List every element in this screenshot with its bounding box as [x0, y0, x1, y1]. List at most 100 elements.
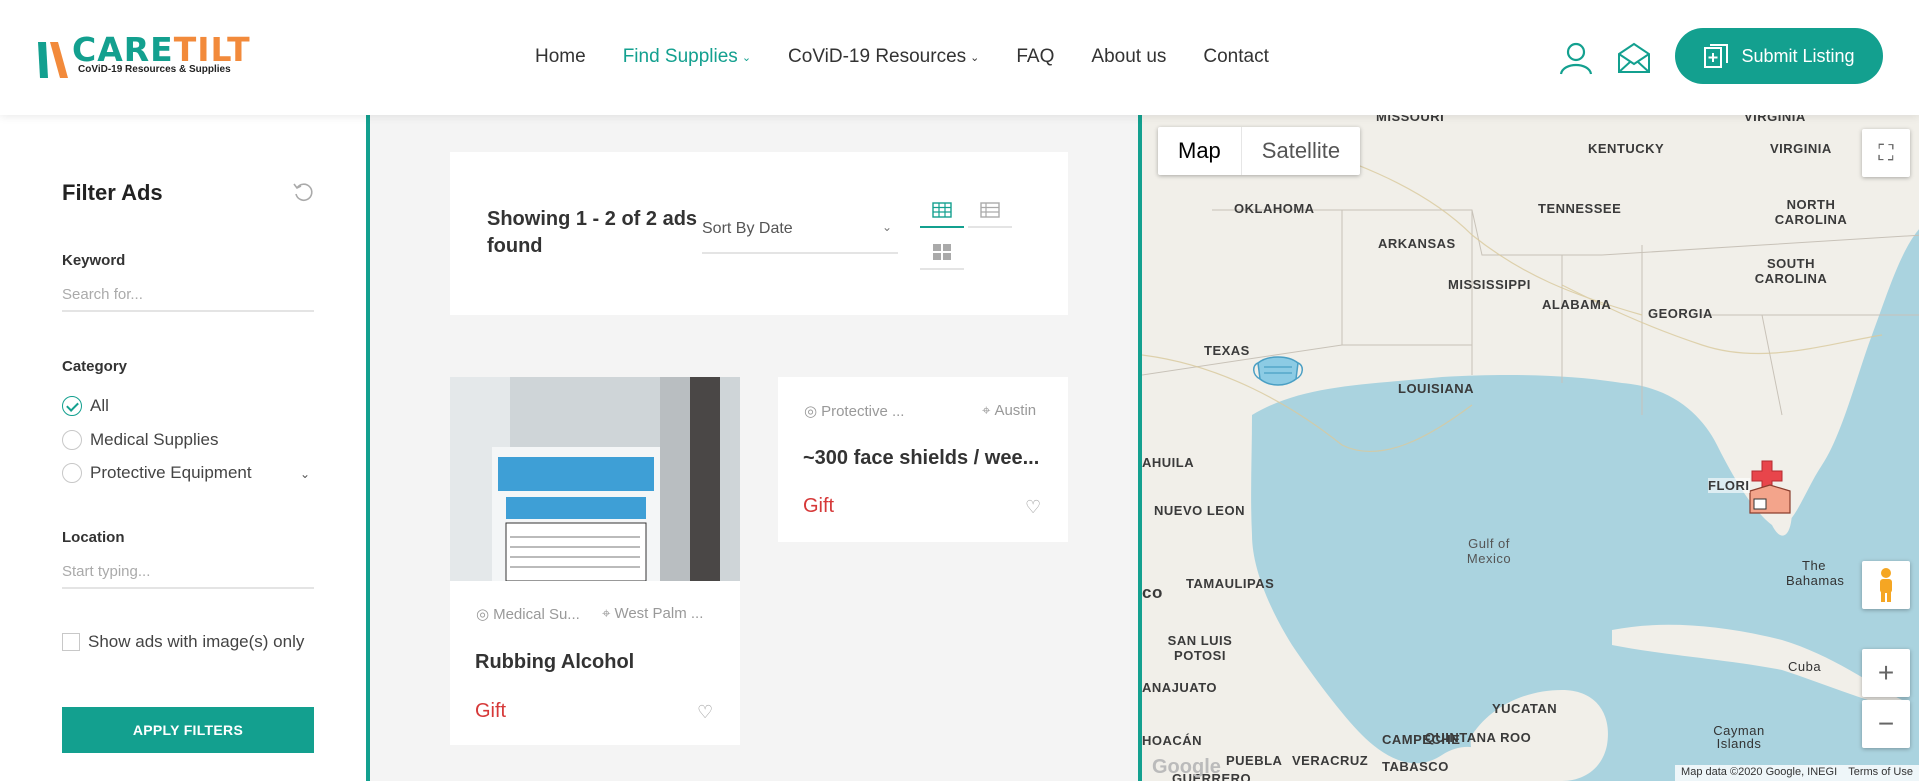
grid-view-button[interactable] [920, 194, 964, 228]
map-label-louisiana: LOUISIANA [1398, 381, 1474, 396]
category-option-label: All [90, 396, 109, 415]
map-label-mississippi: MISSISSIPPI [1448, 277, 1531, 292]
ad-location-text: Austin [994, 402, 1037, 419]
listing-toolbar: Showing 1 - 2 of 2 ads found Sort By Dat… [450, 152, 1068, 315]
location-pin-icon: ⌖ [602, 605, 611, 622]
map-label-south-carolina: SOUTH CAROLINA [1754, 256, 1828, 286]
google-logo: Google [1152, 756, 1221, 778]
map-label-nuevo-leon: NUEVO LEON [1154, 503, 1245, 518]
list-view-button[interactable] [968, 194, 1012, 228]
ad-title[interactable]: Rubbing Alcohol [475, 651, 634, 674]
filter-title: Filter Ads [62, 180, 163, 205]
table-grid-icon [932, 202, 952, 218]
ad-title[interactable]: ~300 face shields / wee... [803, 447, 1039, 470]
nav-faq[interactable]: FAQ [1016, 44, 1054, 70]
user-icon[interactable] [1558, 40, 1594, 76]
apply-filters-button[interactable]: APPLY FILTERS [62, 707, 314, 753]
map-label-tamaulipas: TAMAULIPAS [1186, 576, 1275, 591]
map-terms-link[interactable]: Terms of Use [1848, 766, 1913, 778]
location-input[interactable]: Start typing... [62, 557, 314, 589]
map-attribution: Map data ©2020 Google, INEGI Terms of Us… [1675, 765, 1919, 781]
map-label-tabasco: TABASCO [1382, 759, 1449, 774]
chevron-down-icon: ⌄ [881, 220, 892, 234]
chevron-down-icon: ⌄ [741, 51, 752, 64]
alcohol-bottle-image [450, 377, 740, 581]
map-label-michoacan: HOACÁN [1142, 733, 1203, 748]
chevron-down-icon: ⌄ [970, 51, 980, 64]
map-label-missouri: MISSOURI [1376, 115, 1445, 124]
logo-tagline: CoViD-19 Resources & Supplies [78, 64, 231, 75]
zoom-out-button[interactable]: − [1862, 700, 1910, 748]
map-type-tabs: Map Satellite [1158, 127, 1361, 175]
reset-icon[interactable] [292, 181, 314, 203]
fullscreen-icon[interactable]: ⛶ [1862, 129, 1910, 177]
submit-listing-label: Submit Listing [1741, 45, 1855, 66]
ad-location: ⌖ West Palm ... [602, 605, 703, 622]
nav-find-supplies[interactable]: Find Supplies ⌄ [623, 44, 751, 70]
nav-contact[interactable]: Contact [1203, 44, 1268, 70]
add-document-icon [1704, 44, 1729, 68]
category-option-protective-equipment[interactable]: Protective Equipment [62, 463, 252, 483]
radio-checked-icon [62, 396, 82, 416]
category-option-all[interactable]: All [62, 396, 109, 416]
map-label-florida: FLORI [1708, 478, 1750, 493]
radio-icon [62, 463, 82, 483]
category-option-medical-supplies[interactable]: Medical Supplies [62, 430, 219, 450]
keyword-label: Keyword [62, 252, 126, 269]
sort-select[interactable]: Sort By Date ⌄ [702, 220, 898, 254]
main-nav: Home Find Supplies ⌄ CoViD-19 Resources ⌄ … [535, 44, 1306, 70]
ad-price: Gift [475, 700, 507, 722]
street-view-pegman-icon[interactable] [1862, 561, 1910, 609]
submit-listing-button[interactable]: Submit Listing [1675, 28, 1883, 84]
zoom-in-button[interactable]: + [1862, 649, 1910, 697]
heart-icon[interactable]: ♡ [1025, 497, 1041, 518]
map-tab-map[interactable]: Map [1158, 127, 1242, 175]
keyword-input[interactable]: Search for... [62, 280, 314, 312]
medical-supplies-marker-icon[interactable] [1744, 457, 1794, 515]
map-label-north-carolina: NORTH CAROLINA [1774, 197, 1848, 227]
map-attribution-text: Map data ©2020 Google, INEGI [1681, 766, 1838, 778]
map-label-mexico-part: co [1142, 583, 1163, 602]
results-map[interactable]: Map Satellite ⛶ + − MISSOURI VIRGINIA KE… [1138, 115, 1919, 781]
chevron-down-icon[interactable]: ⌄ [300, 467, 310, 481]
ad-card-rubbing-alcohol[interactable]: ◎ Medical Su... ⌖ West Palm ... Rubbing … [450, 377, 740, 745]
ad-category: ◎ Protective ... [804, 402, 905, 421]
map-label-coahuila: AHUILA [1142, 455, 1195, 470]
images-only-checkbox[interactable]: Show ads with image(s) only [62, 632, 304, 652]
results-count: Showing 1 - 2 of 2 ads found [487, 208, 698, 257]
map-label-arkansas: ARKANSAS [1378, 236, 1456, 251]
map-label-tennessee: TENNESSEE [1538, 201, 1622, 216]
face-mask-marker-icon[interactable] [1252, 349, 1304, 389]
map-label-georgia: GEORGIA [1648, 306, 1713, 321]
category-pin-icon: ◎ [804, 403, 818, 420]
map-label-guanajuato: ANAJUATO [1142, 680, 1218, 695]
location-label: Location [62, 529, 125, 546]
category-option-label: Protective Equipment [90, 463, 252, 482]
map-tab-satellite[interactable]: Satellite [1242, 127, 1360, 175]
map-label-veracruz: VERACRUZ [1292, 753, 1369, 768]
location-pin-icon: ⌖ [982, 402, 991, 419]
map-label-virginia: VIRGINIA [1770, 141, 1832, 156]
ad-category-text: Protective ... [821, 402, 905, 420]
images-only-label: Show ads with image(s) only [88, 632, 305, 651]
map-label-texas: TEXAS [1204, 343, 1250, 358]
checkbox-icon [62, 633, 80, 651]
map-label-puebla: PUEBLA [1226, 753, 1283, 768]
heart-icon[interactable]: ♡ [697, 702, 713, 723]
map-label-kentucky: KENTUCKY [1588, 141, 1665, 156]
ad-price: Gift [803, 495, 835, 517]
site-logo[interactable]: CARETILT CoViD-19 Resources & Supplies [36, 32, 256, 84]
mail-icon[interactable] [1616, 40, 1652, 76]
filter-sidebar: Filter Ads Keyword Search for... Categor… [0, 115, 370, 781]
nav-home[interactable]: Home [535, 44, 586, 70]
nav-about-us[interactable]: About us [1091, 44, 1166, 70]
logo-mark-icon [38, 42, 68, 78]
radio-icon [62, 430, 82, 450]
category-label: Category [62, 358, 128, 375]
nav-covid-resources[interactable]: CoViD-19 Resources ⌄ [788, 44, 979, 70]
tile-view-button[interactable] [920, 236, 964, 270]
ad-card-face-shields[interactable]: ◎ Protective ... ⌖ Austin ~300 face shie… [778, 377, 1068, 542]
ad-image[interactable] [450, 377, 740, 581]
ad-category-text: Medical Su... [493, 605, 580, 623]
ad-location-text: West Palm ... [614, 605, 704, 622]
